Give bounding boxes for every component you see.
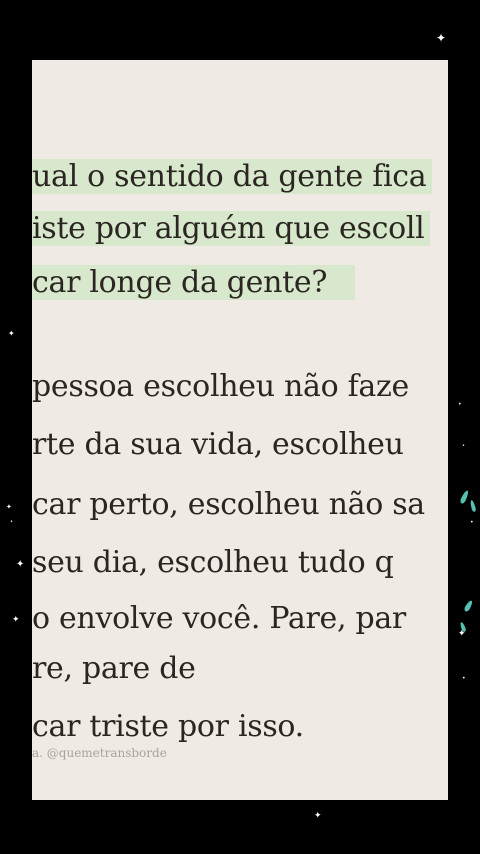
text-line-5: rte da sua vida, escolheu bbox=[32, 427, 404, 462]
sparkle-icon: ✦ bbox=[8, 329, 15, 338]
leaf-icon bbox=[459, 489, 470, 505]
leaf-icon bbox=[469, 499, 477, 513]
sparkle-icon: ✦ bbox=[436, 31, 447, 45]
sparkle-icon: ✦ bbox=[16, 559, 25, 570]
text-line-8: o envolve você. Pare, par bbox=[32, 601, 406, 636]
text-line-9: re, pare de bbox=[32, 651, 196, 686]
highlighted-text: iste por alguém que escoll bbox=[32, 211, 431, 246]
sparkle-icon: • bbox=[10, 519, 13, 525]
sparkle-icon: • bbox=[462, 443, 465, 449]
text-line-10: car triste por isso. bbox=[32, 709, 304, 744]
highlighted-text: car longe da gente? bbox=[32, 265, 356, 300]
book-page-photo: ual o sentido da gente fica iste por alg… bbox=[32, 60, 448, 800]
text-line-1: ual o sentido da gente fica bbox=[32, 154, 433, 200]
text-line-3: car longe da gente? bbox=[32, 260, 356, 306]
sparkle-icon: • bbox=[462, 675, 466, 682]
instagram-credit: a. @quemetransborde bbox=[32, 746, 167, 760]
text-line-2: iste por alguém que escoll bbox=[32, 206, 431, 252]
sparkle-icon: ✦ bbox=[314, 811, 322, 821]
text-line-4: pessoa escolheu não faze bbox=[32, 369, 409, 404]
sparkle-icon: • bbox=[458, 401, 462, 408]
sparkle-icon: ✦ bbox=[6, 503, 12, 511]
leaf-icon bbox=[463, 599, 474, 613]
text-line-6: car perto, escolheu não sa bbox=[32, 487, 425, 522]
sparkle-icon: ✦ bbox=[12, 615, 20, 625]
sparkle-icon: • bbox=[470, 519, 474, 526]
story-frame: ual o sentido da gente fica iste por alg… bbox=[0, 0, 480, 854]
text-line-7: seu dia, escolheu tudo q bbox=[32, 545, 394, 580]
highlighted-text: ual o sentido da gente fica bbox=[32, 159, 433, 194]
